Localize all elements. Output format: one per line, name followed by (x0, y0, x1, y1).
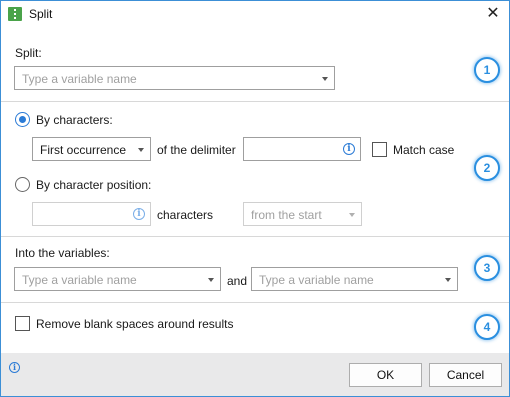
second-variable-input[interactable]: Type a variable name (251, 267, 458, 291)
and-label: and (227, 274, 248, 288)
chevron-down-icon (138, 148, 144, 152)
split-variable-input[interactable]: Type a variable name (14, 66, 335, 90)
first-variable-input[interactable]: Type a variable name (14, 267, 221, 291)
step-2-badge: 2 (474, 155, 500, 181)
step-3-badge: 3 (474, 255, 500, 281)
occurrence-select[interactable]: First occurrence (32, 137, 151, 161)
first-variable-placeholder: Type a variable name (22, 273, 137, 287)
split-label: Split: (15, 46, 42, 60)
by-characters-label[interactable]: By characters: (36, 113, 113, 127)
variables-section: Into the variables: Type a variable name… (1, 237, 509, 303)
delimiter-input[interactable]: i (243, 137, 361, 161)
split-dialog: Split ✕ Split: Type a variable name 1 By… (0, 0, 510, 397)
second-variable-placeholder: Type a variable name (259, 273, 374, 287)
occurrence-value: First occurrence (40, 143, 127, 157)
info-icon[interactable]: i (133, 208, 145, 220)
split-section: Split: Type a variable name 1 (1, 29, 509, 102)
options-section: Remove blank spaces around results 4 (1, 303, 509, 353)
info-icon[interactable]: i (343, 143, 355, 155)
info-icon[interactable]: i (9, 362, 20, 373)
into-variables-label: Into the variables: (15, 246, 110, 260)
match-case-checkbox[interactable] (372, 142, 387, 157)
position-origin-value: from the start (251, 208, 322, 222)
remove-blanks-checkbox[interactable] (15, 316, 30, 331)
remove-blanks-label[interactable]: Remove blank spaces around results (36, 317, 233, 331)
delimiter-section: By characters: First occurrence of the d… (1, 102, 509, 237)
window-title: Split (29, 7, 53, 21)
position-origin-select[interactable]: from the start (243, 202, 362, 226)
dialog-footer: i OK Cancel (1, 353, 509, 396)
by-characters-radio[interactable] (15, 112, 30, 127)
by-character-position-radio[interactable] (15, 177, 30, 192)
characters-label: characters (157, 208, 214, 222)
ok-button[interactable]: OK (349, 363, 422, 387)
split-action-icon (8, 7, 22, 21)
close-button[interactable]: ✕ (481, 3, 505, 25)
chevron-down-icon (445, 278, 451, 282)
title-bar: Split ✕ (1, 1, 509, 29)
split-variable-placeholder: Type a variable name (22, 72, 137, 86)
character-position-input[interactable]: i (32, 202, 151, 226)
step-4-badge: 4 (474, 314, 500, 340)
step-1-badge: 1 (474, 57, 500, 83)
chevron-down-icon (349, 213, 355, 217)
of-the-delimiter-label: of the delimiter (157, 143, 236, 157)
chevron-down-icon (208, 278, 214, 282)
match-case-label[interactable]: Match case (393, 143, 454, 157)
by-character-position-label[interactable]: By character position: (36, 178, 151, 192)
chevron-down-icon (322, 77, 328, 81)
cancel-button[interactable]: Cancel (429, 363, 502, 387)
